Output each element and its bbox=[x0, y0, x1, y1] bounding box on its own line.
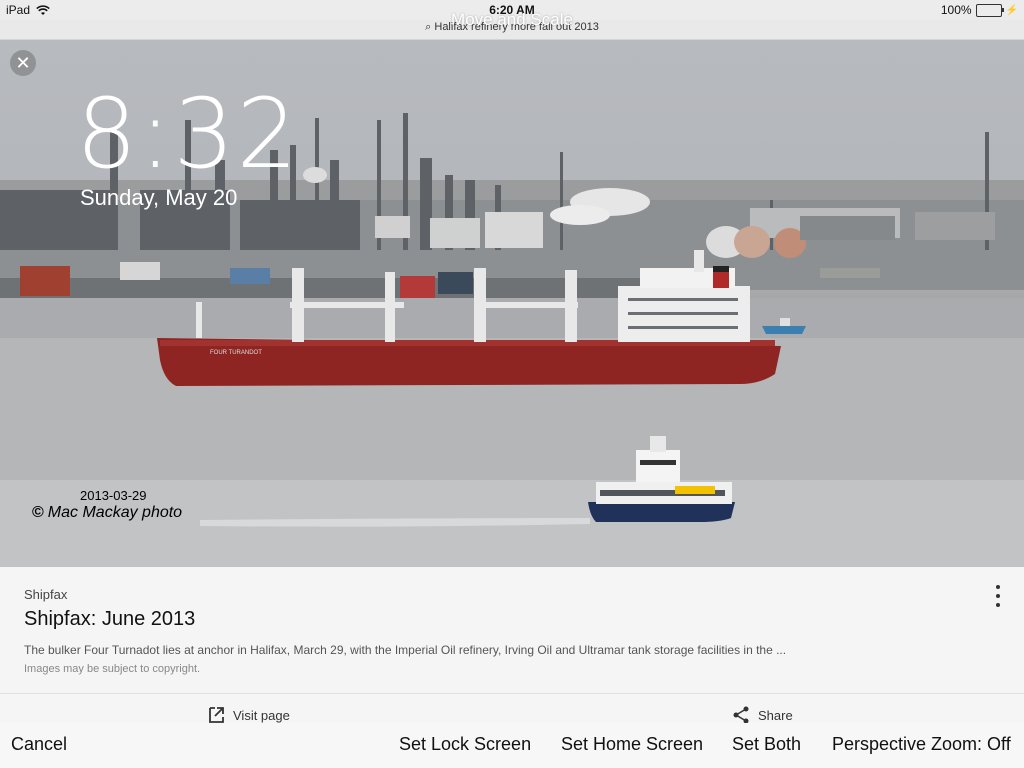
photo-credit: © Mac Mackay photo bbox=[32, 504, 182, 522]
result-title[interactable]: Shipfax: June 2013 bbox=[24, 608, 195, 631]
open-external-icon bbox=[209, 707, 224, 723]
share-icon bbox=[733, 706, 749, 724]
perspective-zoom-toggle[interactable]: Perspective Zoom: Off bbox=[832, 734, 1011, 755]
copyright-icon: © bbox=[32, 504, 44, 521]
ship-name-label: FOUR TURANDOT bbox=[210, 350, 262, 356]
more-options-icon[interactable] bbox=[994, 585, 1002, 607]
cancel-button[interactable]: Cancel bbox=[11, 734, 67, 755]
result-actions: Visit page Share bbox=[0, 693, 1024, 724]
result-description: The bulker Four Turnadot lies at anchor … bbox=[24, 643, 787, 657]
set-both-button[interactable]: Set Both bbox=[732, 734, 801, 755]
lock-screen-date: Sunday, May 20 bbox=[80, 185, 238, 210]
lock-screen-time: 8:32 bbox=[76, 78, 300, 190]
set-home-screen-button[interactable]: Set Home Screen bbox=[561, 734, 703, 755]
wallpaper-toolbar: Cancel Set Lock Screen Set Home Screen S… bbox=[0, 723, 1024, 768]
result-source: Shipfax bbox=[24, 587, 68, 602]
image-result-panel: Shipfax Shipfax: June 2013 The bulker Fo… bbox=[0, 567, 1024, 693]
photo-credit-text: Mac Mackay photo bbox=[47, 504, 183, 521]
photo-date-stamp: 2013-03-29 bbox=[80, 488, 147, 503]
set-lock-screen-button[interactable]: Set Lock Screen bbox=[399, 734, 531, 755]
share-label: Share bbox=[758, 707, 793, 723]
share-button[interactable]: Share bbox=[732, 706, 793, 724]
visit-page-label: Visit page bbox=[233, 707, 290, 723]
copyright-notice: Images may be subject to copyright. bbox=[24, 663, 201, 675]
move-and-scale-title: Move and Scale bbox=[451, 10, 573, 29]
close-icon[interactable]: ✕ bbox=[10, 50, 36, 76]
visit-page-button[interactable]: Visit page bbox=[207, 706, 290, 724]
